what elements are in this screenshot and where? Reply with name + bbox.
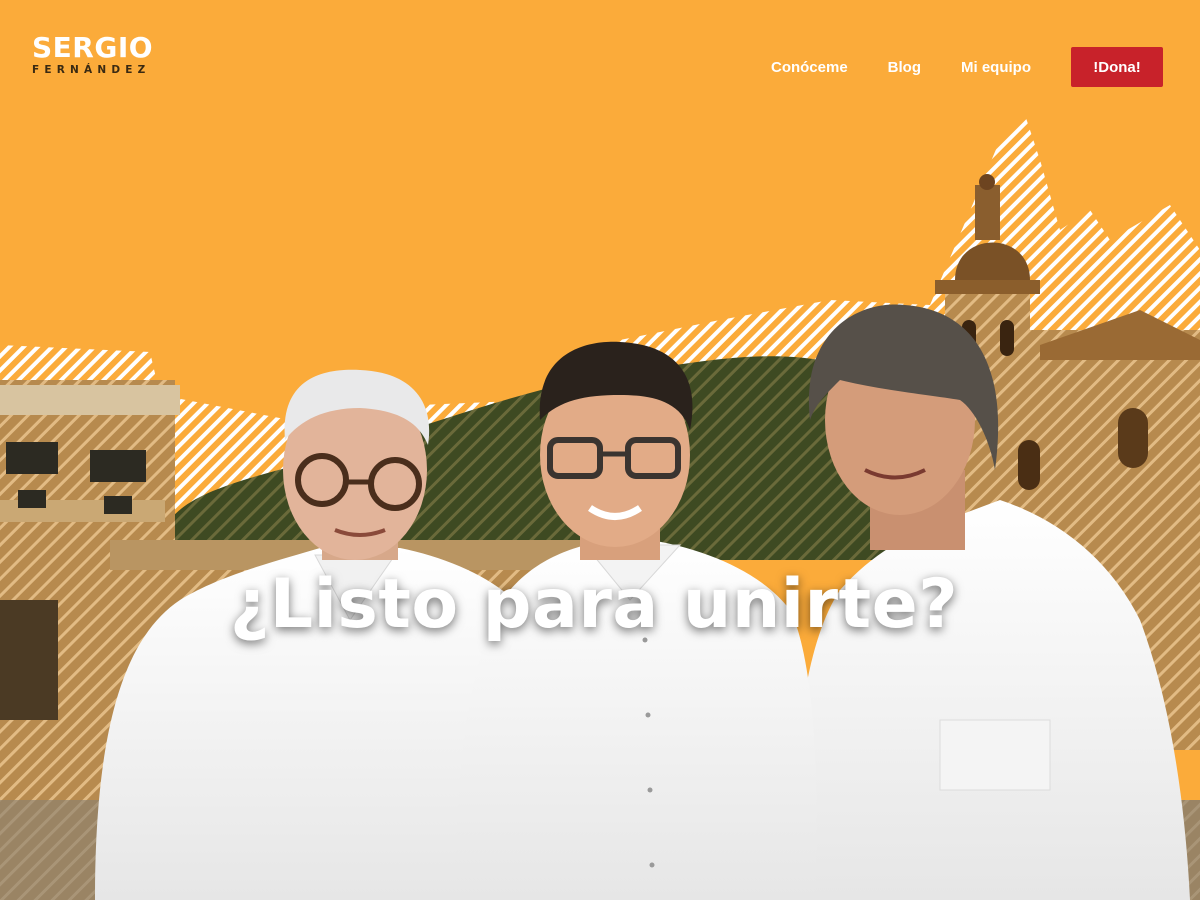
site-logo[interactable]: SERGIO FERNÁNDEZ — [32, 34, 153, 76]
hero-title: ¿Listo para unirte? — [229, 565, 959, 644]
logo-first-name: SERGIO — [32, 31, 154, 64]
nav-link-mi-equipo[interactable]: Mi equipo — [961, 59, 1031, 76]
main-nav: Conóceme Blog Mi equipo !Dona! — [771, 47, 1163, 87]
donate-button[interactable]: !Dona! — [1071, 47, 1163, 87]
hero-image — [0, 115, 1200, 900]
logo-last-name: FERNÁNDEZ — [32, 64, 151, 76]
nav-link-conoceme[interactable]: Conóceme — [771, 59, 848, 76]
nav-link-blog[interactable]: Blog — [888, 59, 921, 76]
